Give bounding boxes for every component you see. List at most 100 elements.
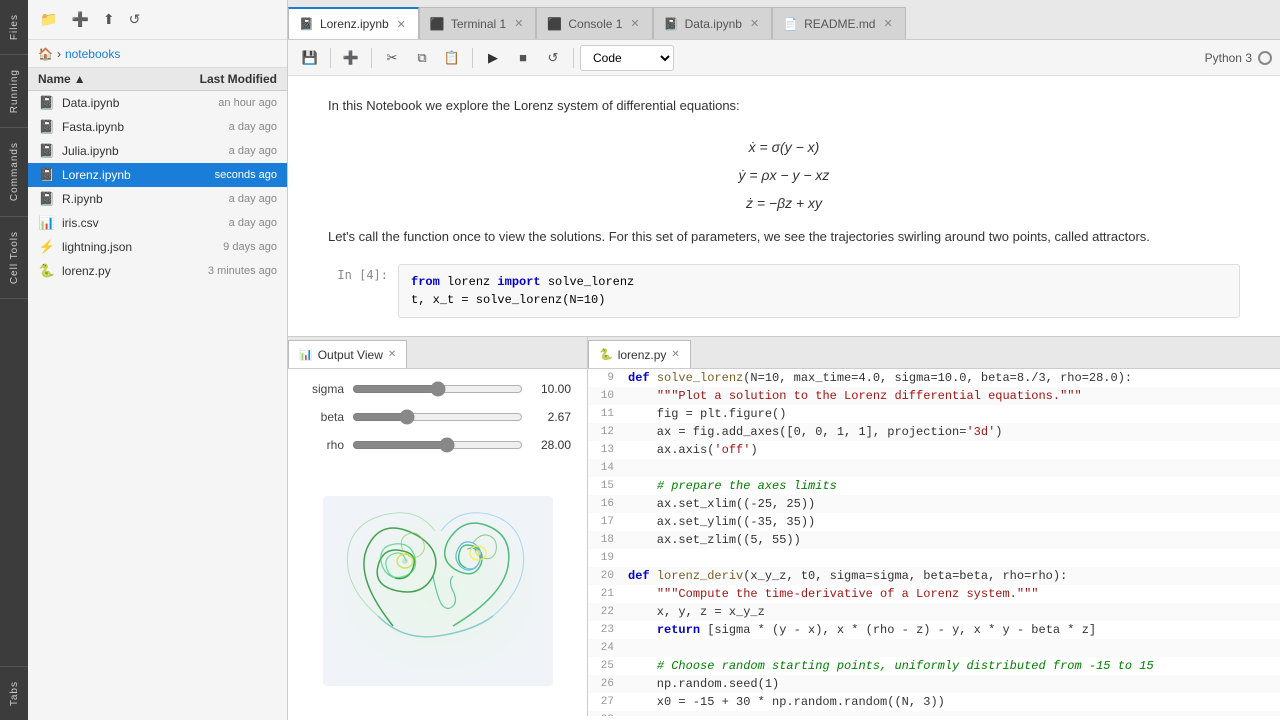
tab-icon: 📓	[664, 17, 679, 31]
stop-button[interactable]: ■	[509, 45, 537, 71]
kernel-badge: Python 3	[1205, 51, 1272, 65]
file-item[interactable]: 📓 Data.ipynb an hour ago	[28, 91, 287, 115]
tab-label: README.md	[804, 17, 875, 31]
line-number: 16	[588, 495, 624, 513]
file-item[interactable]: 🐍 lorenz.py 3 minutes ago	[28, 259, 287, 283]
code-line: 24	[588, 639, 1280, 657]
beta-slider[interactable]	[352, 409, 523, 425]
file-item[interactable]: 📊 iris.csv a day ago	[28, 211, 287, 235]
files-label[interactable]: Files	[7, 8, 22, 46]
sigma-value: 10.00	[531, 382, 571, 396]
line-content	[624, 459, 1280, 477]
line-number: 26	[588, 675, 624, 693]
sort-icon: ▲	[74, 72, 86, 86]
line-number: 19	[588, 549, 624, 567]
breadcrumb-notebooks[interactable]: notebooks	[65, 47, 120, 61]
code-line: 12 ax = fig.add_axes([0, 0, 1, 1], proje…	[588, 423, 1280, 441]
tab-close-button[interactable]: ✕	[395, 18, 408, 31]
cell-tools-section[interactable]: Cell Tools	[0, 217, 28, 299]
name-column-header[interactable]: Name ▲	[38, 72, 167, 86]
file-item[interactable]: 📓 Fasta.ipynb a day ago	[28, 115, 287, 139]
file-type-icon: 📓	[38, 190, 56, 208]
lorenz-py-tab[interactable]: 🐍 lorenz.py ✕	[588, 340, 691, 368]
tab-console-1[interactable]: ⬛ Console 1 ✕	[536, 7, 652, 39]
code-line: 18 ax.set_zlim((5, 55))	[588, 531, 1280, 549]
file-modified-time: a day ago	[177, 193, 277, 205]
new-folder-button[interactable]: 📁	[36, 9, 61, 30]
save-button[interactable]: 💾	[296, 45, 324, 71]
code-line: 26 np.random.seed(1)	[588, 675, 1280, 693]
code-panel: 🐍 lorenz.py ✕ 9 def solve_lorenz(N=10, m…	[588, 337, 1280, 716]
output-tab-close[interactable]: ✕	[388, 349, 396, 360]
tab-data-ipynb[interactable]: 📓 Data.ipynb ✕	[653, 7, 773, 39]
cell-type-select[interactable]: Code Markdown Raw	[580, 45, 674, 71]
tab-label: Console 1	[568, 17, 622, 31]
notebook-toolbar: 💾 ➕ ✂ ⧉ 📋 ▶ ■ ↺ Code Markdown Raw Python…	[288, 40, 1280, 76]
file-modified-time: seconds ago	[177, 169, 277, 181]
upload-button[interactable]: ⬆	[99, 9, 119, 30]
line-content	[624, 711, 1280, 716]
running-section[interactable]: Running	[0, 55, 28, 128]
tab-close-button[interactable]: ✕	[628, 17, 641, 30]
file-type-icon: 📓	[38, 142, 56, 160]
file-modified-time: an hour ago	[177, 97, 277, 109]
file-type-icon: 📓	[38, 94, 56, 112]
line-number: 13	[588, 441, 624, 459]
output-tab-icon: 📊	[299, 348, 313, 361]
file-item[interactable]: 📓 Julia.ipynb a day ago	[28, 139, 287, 163]
file-type-icon: 🐍	[38, 262, 56, 280]
sigma-slider[interactable]	[352, 381, 523, 397]
toolbar-divider-4	[573, 48, 574, 68]
line-number: 23	[588, 621, 624, 639]
cell-input[interactable]: from lorenz import solve_lorenz t, x_t =…	[398, 264, 1240, 318]
home-icon[interactable]: 🏠	[38, 47, 53, 61]
line-content: # prepare the axes limits	[624, 477, 1280, 495]
restart-button[interactable]: ↺	[539, 45, 567, 71]
tabs-section[interactable]: Tabs	[0, 666, 28, 720]
tab-terminal-1[interactable]: ⬛ Terminal 1 ✕	[419, 7, 537, 39]
file-item[interactable]: 📓 Lorenz.ipynb seconds ago	[28, 163, 287, 187]
tab-close-button[interactable]: ✕	[881, 17, 894, 30]
tab-close-button[interactable]: ✕	[512, 17, 525, 30]
tab-label: Terminal 1	[451, 17, 506, 31]
line-content: return [sigma * (y - x), x * (rho - z) -…	[624, 621, 1280, 639]
breadcrumb: 🏠 › notebooks	[28, 40, 287, 68]
code-line: 25 # Choose random starting points, unif…	[588, 657, 1280, 675]
line-number: 27	[588, 693, 624, 711]
tabs-label[interactable]: Tabs	[7, 675, 22, 712]
rho-slider[interactable]	[352, 437, 523, 453]
commands-label[interactable]: Commands	[7, 136, 22, 207]
code-tab-close-button[interactable]: ✕	[671, 349, 679, 360]
tab-icon: 📓	[299, 17, 314, 31]
file-item[interactable]: 📓 R.ipynb a day ago	[28, 187, 287, 211]
tab-lorenz-ipynb[interactable]: 📓 Lorenz.ipynb ✕	[288, 7, 419, 39]
paste-button[interactable]: 📋	[438, 45, 466, 71]
code-line: 21 """Compute the time-derivative of a L…	[588, 585, 1280, 603]
code-line: 13 ax.axis('off')	[588, 441, 1280, 459]
file-item[interactable]: ⚡ lightning.json 9 days ago	[28, 235, 287, 259]
code-editor[interactable]: 9 def solve_lorenz(N=10, max_time=4.0, s…	[588, 369, 1280, 716]
rho-value: 28.00	[531, 438, 571, 452]
line-number: 9	[588, 369, 624, 387]
equations-block: ẋ = σ(y − x) ẏ = ρx − y − xz ż = −βz + x…	[328, 133, 1240, 217]
add-cell-button[interactable]: ➕	[337, 45, 365, 71]
beta-value: 2.67	[531, 410, 571, 424]
copy-button[interactable]: ⧉	[408, 45, 436, 71]
cell-tools-label[interactable]: Cell Tools	[7, 225, 22, 290]
tab-close-button[interactable]: ✕	[748, 17, 761, 30]
running-label[interactable]: Running	[7, 63, 22, 119]
new-file-button[interactable]: ➕	[67, 9, 92, 30]
modified-column-header: Last Modified	[167, 72, 277, 86]
commands-section[interactable]: Commands	[0, 128, 28, 216]
line-content: def lorenz_deriv(x_y_z, t0, sigma=sigma,…	[624, 567, 1280, 585]
code-line: 15 # prepare the axes limits	[588, 477, 1280, 495]
refresh-button[interactable]: ↺	[125, 9, 145, 30]
output-view-tab[interactable]: 📊 Output View ✕	[288, 340, 407, 368]
line-content: # Choose random starting points, uniform…	[624, 657, 1280, 675]
code-line: 17 ax.set_ylim((-35, 35))	[588, 513, 1280, 531]
tab-readme-md[interactable]: 📄 README.md ✕	[772, 7, 906, 39]
file-name-label: Data.ipynb	[62, 96, 177, 110]
run-button[interactable]: ▶	[479, 45, 507, 71]
cut-button[interactable]: ✂	[378, 45, 406, 71]
files-section[interactable]: Files	[0, 0, 28, 55]
